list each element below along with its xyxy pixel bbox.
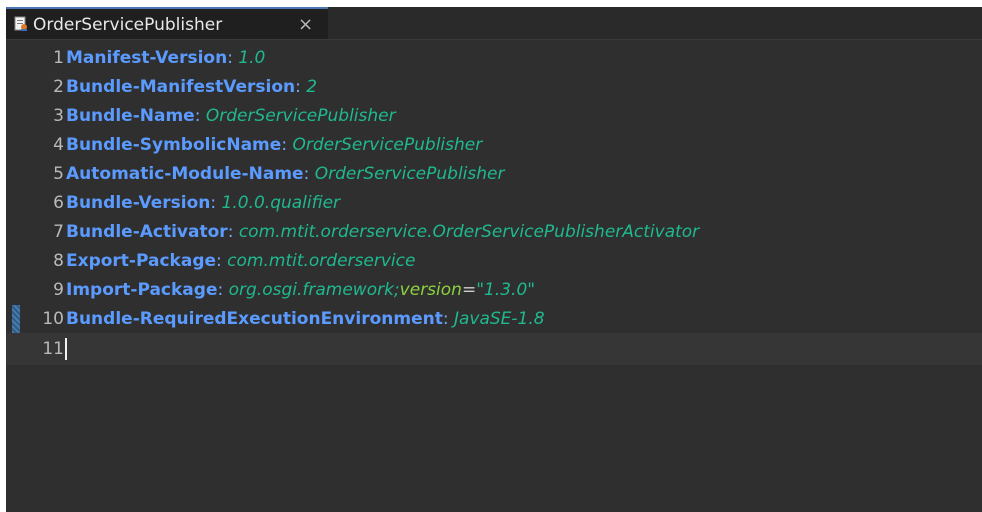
quoted-value: "1.3.0" (476, 280, 536, 300)
close-icon[interactable]: × (298, 14, 313, 36)
code-line: 7 Bundle-Activator: com.mtit.orderservic… (6, 217, 982, 247)
manifest-value: com.mtit.orderservice.OrderServicePublis… (238, 222, 700, 242)
line-number: 4 (53, 135, 64, 155)
manifest-key: Bundle-RequiredExecutionEnvironment (66, 309, 443, 329)
manifest-key: Export-Package (66, 251, 217, 271)
line-content: Bundle-Name: OrderServicePublisher (66, 101, 396, 131)
line-content: Bundle-Version: 1.0.0.qualifier (66, 188, 340, 218)
separator: : (303, 164, 310, 184)
line-number: 7 (53, 222, 64, 242)
separator: : (281, 135, 288, 155)
code-line: 8 Export-Package: com.mtit.orderservice (6, 246, 982, 276)
separator: : (210, 193, 217, 213)
manifest-key: Bundle-SymbolicName (66, 135, 282, 155)
line-number: 9 (53, 280, 64, 300)
manifest-value: 1.0.0.qualifier (221, 193, 341, 213)
manifest-attribute: version (399, 280, 462, 300)
line-content: Bundle-ManifestVersion: 2 (66, 72, 317, 102)
line-content: Automatic-Module-Name: OrderServicePubli… (66, 159, 504, 189)
line-number: 8 (53, 251, 64, 271)
manifest-value: JavaSE-1.8 (453, 309, 545, 329)
separator: : (216, 251, 222, 271)
current-line[interactable]: 11 (6, 333, 982, 365)
manifest-key: Automatic-Module-Name (66, 164, 304, 184)
code-line: 10 Bundle-RequiredExecutionEnvironment: … (6, 304, 982, 334)
line-content: Bundle-RequiredExecutionEnvironment: Jav… (66, 304, 545, 334)
line-content: Bundle-SymbolicName: OrderServicePublish… (66, 130, 482, 160)
manifest-value: org.osgi.framework; (228, 280, 400, 300)
code-line: 1 Manifest-Version: 1.0 (6, 43, 982, 73)
manifest-key: Manifest-Version (66, 48, 228, 68)
equals-sign: = (461, 280, 477, 300)
manifest-key: Bundle-Name (66, 106, 195, 126)
line-number: 3 (53, 106, 64, 126)
code-line: 4 Bundle-SymbolicName: OrderServicePubli… (6, 130, 982, 160)
separator: : (194, 106, 201, 126)
tab-orderservicepublisher[interactable]: OrderServicePublisher × (6, 7, 328, 39)
manifest-file-icon (13, 16, 29, 32)
code-line: 3 Bundle-Name: OrderServicePublisher (6, 101, 982, 131)
line-number: 10 (42, 309, 64, 329)
manifest-value: OrderServicePublisher (205, 106, 396, 126)
manifest-key: Import-Package (66, 280, 218, 300)
separator: : (295, 77, 301, 97)
separator: : (227, 222, 234, 242)
line-number: 2 (53, 77, 64, 97)
manifest-value: OrderServicePublisher (314, 164, 505, 184)
line-content: Bundle-Activator: com.mtit.orderservice.… (66, 217, 699, 247)
editor-window: OrderServicePublisher × 1 Manifest-Versi… (6, 7, 982, 512)
manifest-value: 1.0 (238, 48, 266, 68)
manifest-value: 2 (306, 77, 318, 97)
line-content: Manifest-Version: 1.0 (66, 43, 265, 73)
manifest-value: com.mtit.orderservice (227, 251, 416, 271)
separator: : (217, 280, 224, 300)
code-line: 5 Automatic-Module-Name: OrderServicePub… (6, 159, 982, 189)
editor-tabbar: OrderServicePublisher × (6, 7, 982, 40)
manifest-key: Bundle-Version (66, 193, 211, 213)
line-number: 6 (53, 193, 64, 213)
manifest-value: OrderServicePublisher (292, 135, 483, 155)
code-line: 9 Import-Package: org.osgi.framework;ver… (6, 275, 982, 305)
line-number: 11 (42, 339, 64, 359)
manifest-key: Bundle-Activator (66, 222, 228, 242)
text-caret (65, 338, 67, 360)
line-number: 1 (53, 48, 64, 68)
line-content: Export-Package: com.mtit.orderservice (66, 246, 415, 276)
code-line: 6 Bundle-Version: 1.0.0.qualifier (6, 188, 982, 218)
separator: : (227, 48, 233, 68)
code-line: 2 Bundle-ManifestVersion: 2 (6, 72, 982, 102)
line-number: 5 (53, 164, 64, 184)
manifest-editor[interactable]: 1 Manifest-Version: 1.0 2 Bundle-Manifes… (6, 40, 982, 512)
line-content: Import-Package: org.osgi.framework;versi… (66, 275, 535, 305)
tab-title: OrderServicePublisher (33, 15, 223, 35)
manifest-key: Bundle-ManifestVersion (66, 77, 296, 97)
separator: : (442, 309, 449, 329)
